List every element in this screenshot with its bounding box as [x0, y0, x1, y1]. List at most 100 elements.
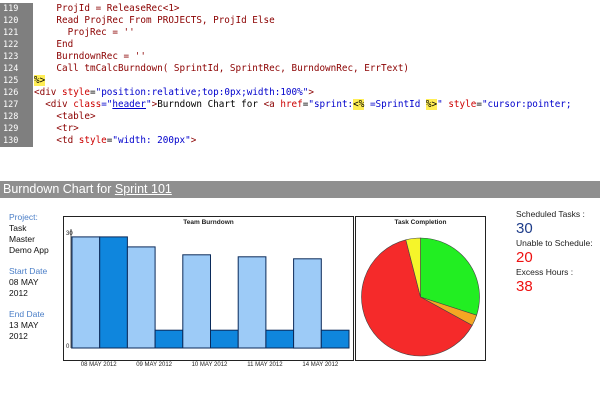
start-date-value: 2012 [9, 288, 28, 298]
project-value-line: Demo App [9, 245, 49, 255]
code-editor[interactable]: 119 ProjId = ReleaseRec<1> 120 Read ProjR… [0, 0, 600, 151]
code-line[interactable]: 120 Read ProjRec From PROJECTS, ProjId E… [0, 15, 600, 27]
sprint-link[interactable]: Sprint 101 [115, 182, 172, 196]
excess-hours-label: Excess Hours : [516, 267, 574, 277]
code-line[interactable]: 128 <table> [0, 111, 600, 123]
pie-plot [361, 237, 480, 357]
line-number: 123 [0, 51, 33, 63]
code-line[interactable]: 119 ProjId = ReleaseRec<1> [0, 3, 600, 15]
burndown-bar [293, 258, 322, 349]
line-number: 128 [0, 111, 33, 123]
start-date-value: 08 MAY [9, 277, 39, 287]
code-token: Burndown Chart for [157, 99, 264, 110]
x-tick-label: 14 MAY 2012 [302, 362, 339, 368]
line-number: 126 [0, 87, 33, 99]
code-token: <div [34, 87, 62, 98]
unable-to-schedule-label: Unable to Schedule: [516, 238, 593, 248]
code-line[interactable]: 125 %> [0, 75, 600, 87]
code-line[interactable]: 127 <div class="header">Burndown Chart f… [0, 99, 600, 111]
code-token: <a [263, 99, 281, 110]
code-token: style [62, 87, 90, 98]
line-number: 120 [0, 15, 33, 27]
code-token: <td [34, 135, 79, 146]
code-token: "sprint: [308, 99, 354, 110]
code-token: > [190, 135, 197, 146]
x-tick-label: 11 MAY 2012 [247, 362, 283, 368]
y-tick-label: 30 [66, 231, 73, 237]
code-token: style [78, 135, 107, 146]
end-date-value: 2012 [9, 331, 28, 341]
code-token: BurndownRec = '' [34, 51, 146, 62]
line-number: 129 [0, 123, 33, 135]
code-text[interactable]: Read ProjRec From PROJECTS, ProjId Else [33, 15, 275, 27]
code-text[interactable]: <div style="position:relative;top:0px;wi… [33, 87, 314, 99]
code-token: %> [34, 75, 46, 86]
line-number: 121 [0, 27, 33, 39]
line-number: 125 [0, 75, 33, 87]
code-token: href [280, 99, 303, 110]
code-text[interactable]: <div class="header">Burndown Chart for <… [33, 99, 572, 111]
code-text[interactable]: ProjRec = '' [33, 27, 135, 39]
code-token: ProjRec = '' [34, 27, 135, 38]
code-token: " [437, 99, 449, 110]
code-text[interactable]: <td style="width: 200px"> [33, 135, 196, 147]
y-tick-label: 0 [66, 344, 70, 350]
project-value-line: Task [9, 223, 27, 233]
line-number: 130 [0, 135, 33, 147]
code-token: style [448, 99, 477, 110]
burndown-bar [210, 329, 239, 349]
project-value-line: Master [9, 234, 35, 244]
code-token: <table> [34, 111, 96, 122]
code-token: %> [425, 99, 438, 110]
line-number: 124 [0, 63, 33, 75]
code-line[interactable]: 126 <div style="position:relative;top:0px… [0, 87, 600, 99]
line-number: 127 [0, 99, 33, 111]
line-number: 119 [0, 3, 33, 15]
code-text[interactable]: End [33, 39, 73, 51]
code-token: "cursor:pointer; [481, 99, 572, 110]
scheduled-tasks-value: 30 [516, 220, 533, 237]
code-text[interactable]: BurndownRec = '' [33, 51, 146, 63]
code-token: <div [34, 99, 74, 110]
burndown-bar [182, 254, 212, 349]
code-token: =SprintId [364, 99, 426, 110]
burndown-plot: 30 0 [66, 229, 350, 350]
code-line[interactable]: 124 Call tmCalcBurndown( SprintId, Sprin… [0, 63, 600, 75]
unable-to-schedule-value: 20 [516, 249, 533, 266]
code-token: =" [101, 99, 113, 110]
code-token: <tr> [34, 123, 79, 134]
team-burndown-chart: Team Burndown 30 0 [63, 216, 354, 361]
code-token: "width: 200px" [112, 135, 191, 146]
task-completion-chart: Task Completion [355, 216, 486, 361]
code-line[interactable]: 122 End [0, 39, 600, 51]
project-info: Project: Task Master Demo App Start Date… [9, 212, 69, 342]
code-token: ProjId = ReleaseRec<1> [34, 3, 180, 14]
x-tick-label: 10 MAY 2012 [191, 362, 228, 368]
sprint-stats: Scheduled Tasks : 30 Unable to Schedule:… [516, 209, 600, 296]
code-token: <% [353, 99, 365, 110]
code-text[interactable]: <tr> [33, 123, 79, 135]
burndown-bar [154, 329, 184, 349]
code-line[interactable]: 129 <tr> [0, 123, 600, 135]
line-number: 122 [0, 39, 33, 51]
code-token: Read ProjRec From PROJECTS, ProjId Else [34, 15, 275, 26]
code-text[interactable]: ProjId = ReleaseRec<1> [33, 3, 180, 15]
burndown-bar [126, 246, 156, 349]
project-label: Project: [9, 212, 38, 222]
code-text[interactable]: %> [33, 75, 46, 87]
burndown-bar [320, 329, 350, 349]
burndown-bar [265, 329, 295, 349]
start-date-label: Start Date [9, 266, 48, 276]
end-date-value: 13 MAY [9, 320, 39, 330]
code-line[interactable]: 123 BurndownRec = '' [0, 51, 600, 63]
code-token: class [73, 99, 102, 110]
code-text[interactable]: Call tmCalcBurndown( SprintId, SprintRec… [33, 63, 409, 75]
code-token: End [34, 39, 74, 50]
scheduled-tasks-label: Scheduled Tasks : [516, 209, 585, 219]
code-line[interactable]: 121 ProjRec = '' [0, 27, 600, 39]
x-tick-label: 09 MAY 2012 [136, 362, 172, 368]
code-text[interactable]: <table> [33, 111, 96, 123]
code-token: > [308, 87, 314, 98]
code-line[interactable]: 130 <td style="width: 200px"> [0, 135, 600, 147]
report-header-title: Burndown Chart for [3, 182, 115, 196]
